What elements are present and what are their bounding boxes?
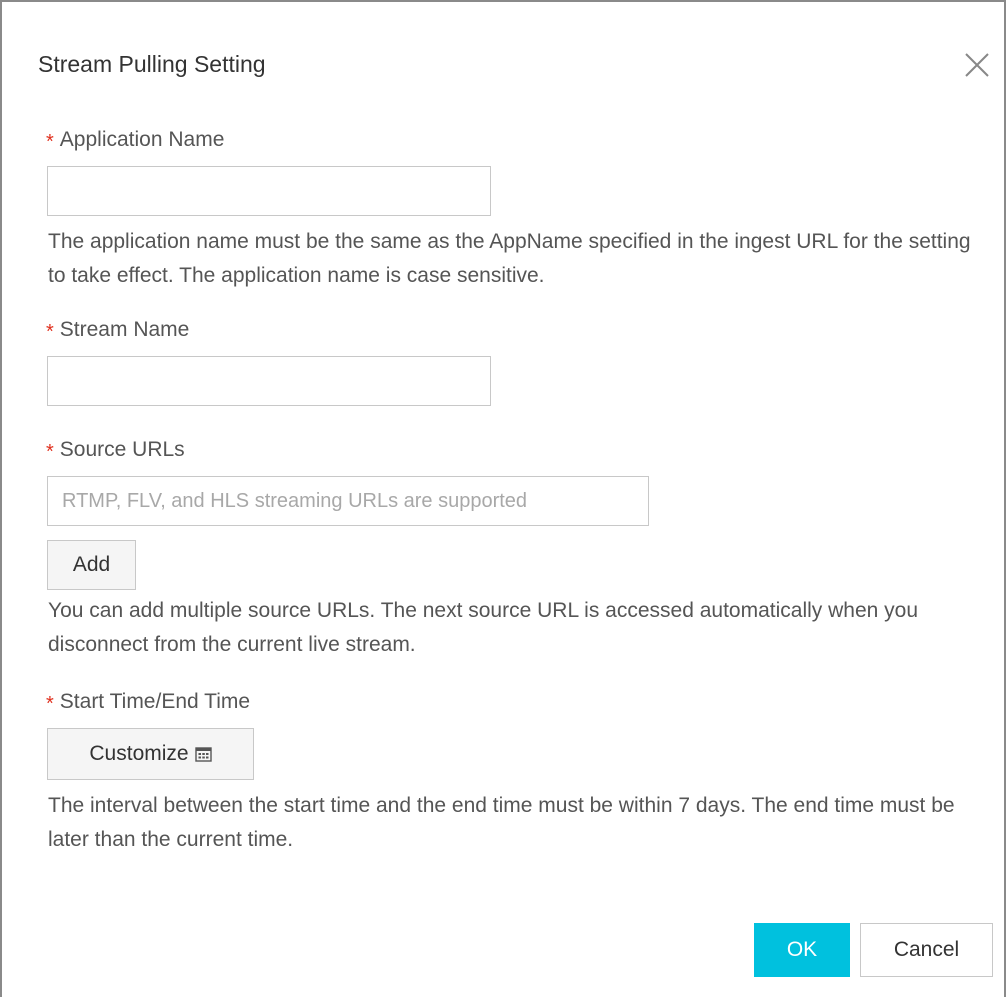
required-mark: * [46, 693, 54, 715]
close-icon [965, 53, 989, 77]
cancel-button[interactable]: Cancel [860, 923, 993, 977]
source-urls-label: * Source URLs [46, 436, 185, 464]
application-name-input[interactable] [47, 166, 491, 216]
start-end-time-label: * Start Time/End Time [46, 688, 250, 716]
dialog-title: Stream Pulling Setting [38, 51, 266, 77]
required-mark: * [46, 131, 54, 153]
stream-name-label: * Stream Name [46, 316, 189, 344]
add-source-url-button[interactable]: Add [47, 540, 136, 590]
customize-time-button[interactable]: Customize [47, 728, 254, 780]
ok-button[interactable]: OK [754, 923, 850, 977]
application-name-help: The application name must be the same as… [48, 230, 971, 287]
application-name-label-text: Application Name [59, 128, 225, 151]
close-button[interactable] [960, 48, 994, 82]
required-mark: * [46, 441, 54, 463]
application-name-label: * Application Name [46, 126, 224, 154]
stream-name-label-text: Stream Name [59, 318, 190, 341]
source-urls-label-text: Source URLs [59, 438, 185, 461]
calendar-icon [194, 744, 212, 768]
source-url-input[interactable] [47, 476, 649, 526]
customize-label: Customize [89, 742, 189, 765]
stream-name-input[interactable] [47, 356, 491, 406]
start-end-time-help: The interval between the start time and … [48, 794, 955, 851]
required-mark: * [46, 321, 54, 343]
start-end-time-label-text: Start Time/End Time [59, 690, 251, 713]
source-urls-help: You can add multiple source URLs. The ne… [48, 599, 919, 656]
stream-pulling-dialog: Stream Pulling Setting * Application Name… [0, 0, 1006, 997]
